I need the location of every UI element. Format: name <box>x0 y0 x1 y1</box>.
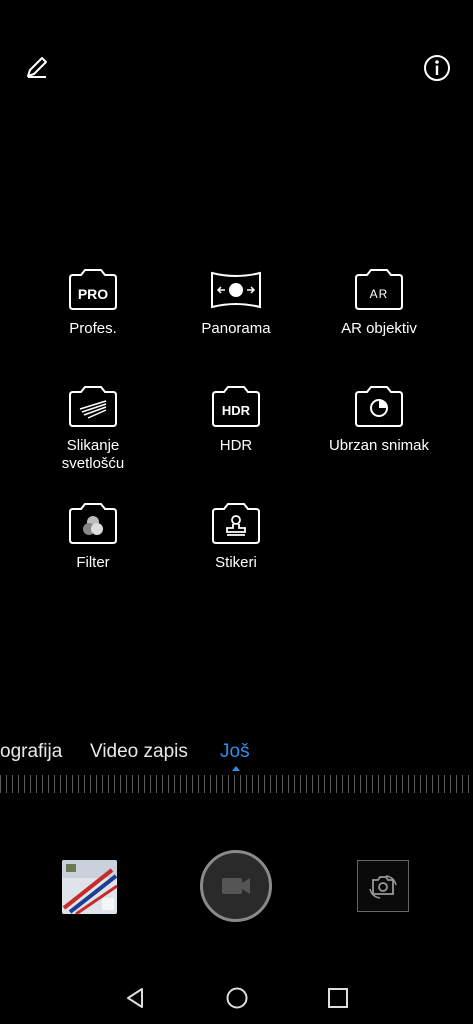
mode-label: Stikeri <box>215 554 257 571</box>
tab-video[interactable]: Video zapis <box>90 741 188 763</box>
mode-label: HDR <box>219 437 253 454</box>
mode-panorama[interactable]: Panorama <box>166 268 306 338</box>
pro-icon: PRO <box>69 269 117 310</box>
home-icon[interactable] <box>225 986 249 1015</box>
back-icon[interactable] <box>123 986 147 1015</box>
mode-label: Profes. <box>69 320 117 337</box>
mode-label: Slikanje svetlošću <box>61 437 125 472</box>
tab-more[interactable]: Još <box>220 741 250 763</box>
mode-label: Ubrzan snimak <box>328 437 430 454</box>
stickers-icon <box>212 503 260 544</box>
switch-camera-icon <box>369 875 397 899</box>
edit-icon[interactable] <box>22 52 54 84</box>
light-painting-icon <box>69 386 117 427</box>
mode-label: Panorama <box>201 320 271 337</box>
mode-time-lapse[interactable]: Ubrzan snimak <box>309 385 449 455</box>
ar-lens-icon: AR <box>355 269 403 310</box>
active-tab-indicator <box>232 766 240 771</box>
zoom-scale-ticks[interactable] <box>0 775 473 793</box>
pro-badge: PRO <box>78 286 108 302</box>
mode-ar-lens[interactable]: AR AR objektiv <box>309 268 449 338</box>
mode-filter[interactable]: Filter <box>23 502 163 572</box>
mode-hdr[interactable]: HDR HDR <box>166 385 306 455</box>
hdr-badge: HDR <box>222 403 251 418</box>
recents-icon[interactable] <box>326 986 350 1015</box>
mode-pro[interactable]: PRO Profes. <box>23 268 163 338</box>
mode-label: Filter <box>76 554 110 571</box>
record-button[interactable] <box>200 850 272 922</box>
panorama-icon <box>211 271 261 309</box>
filter-icon <box>69 503 117 544</box>
gallery-thumbnail[interactable] <box>62 860 117 914</box>
mode-stickers[interactable]: Stikeri <box>166 502 306 572</box>
tab-photo[interactable]: ografija <box>0 741 62 763</box>
mode-label: AR objektiv <box>341 320 417 337</box>
ar-badge: AR <box>370 287 389 301</box>
hdr-icon: HDR <box>212 386 260 427</box>
mode-light-painting[interactable]: Slikanje svetlošću <box>23 385 163 473</box>
video-camera-icon <box>222 878 250 894</box>
info-icon[interactable] <box>421 52 453 84</box>
time-lapse-icon <box>355 386 403 427</box>
switch-camera-button[interactable] <box>357 860 409 912</box>
